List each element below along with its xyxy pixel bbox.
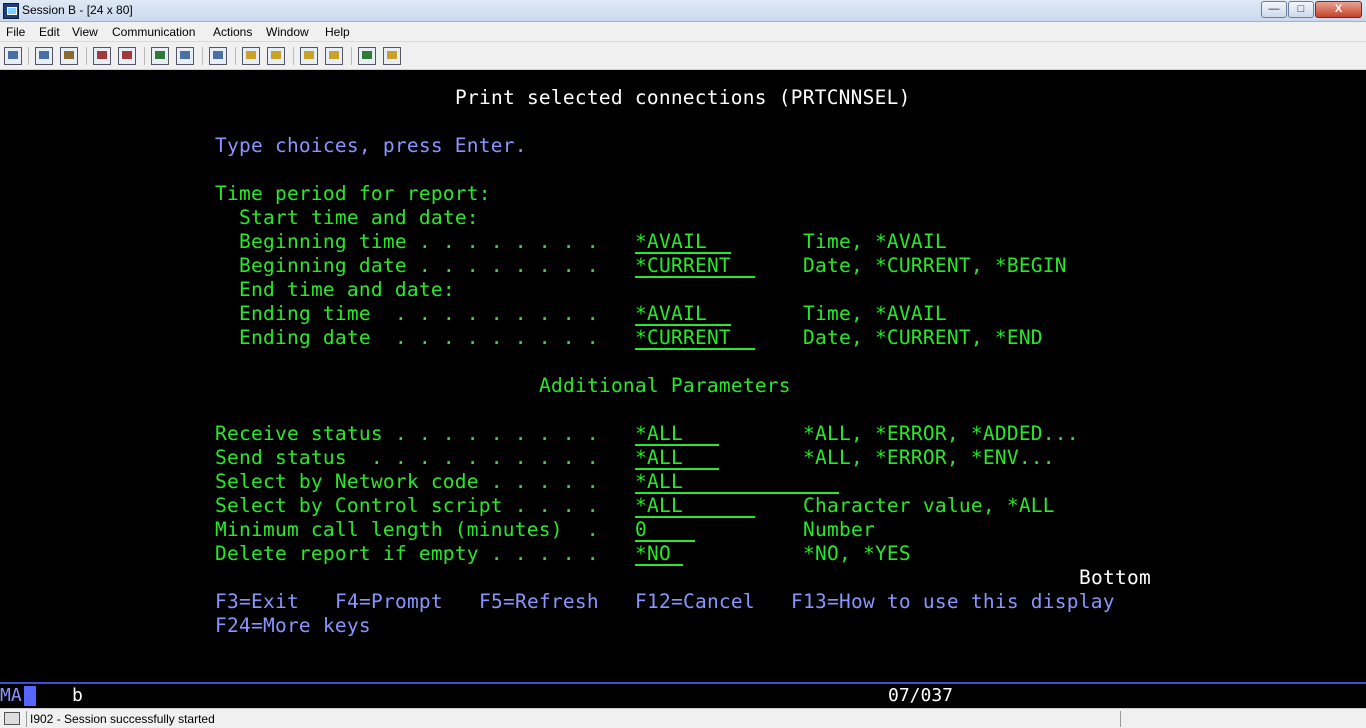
toolbar-separator xyxy=(202,47,203,65)
terminal-screen[interactable]: Print selected connections (PRTCNNSEL) T… xyxy=(0,70,1366,682)
copy-icon[interactable] xyxy=(35,47,53,65)
control-script-field[interactable]: *ALL xyxy=(635,494,755,518)
help-icon[interactable] xyxy=(383,47,401,65)
status-separator xyxy=(1120,711,1121,727)
menu-help[interactable]: Help xyxy=(325,25,350,39)
screen-title: Print selected connections (PRTCNNSEL) xyxy=(455,86,911,109)
network-code-field[interactable]: *ALL xyxy=(635,470,839,494)
f5-refresh-key[interactable]: F5=Refresh xyxy=(479,590,599,614)
min-call-length-hint: Number xyxy=(803,518,875,541)
play-icon[interactable] xyxy=(267,47,285,65)
receive-status-label: Receive status . . . . . . . . . xyxy=(215,422,599,445)
ending-time-field[interactable]: *AVAIL xyxy=(635,302,731,326)
control-script-hint: Character value, *ALL xyxy=(803,494,1055,517)
window-title-bar: Session B - [24 x 80] — □ X xyxy=(0,0,1366,22)
toolbar-separator xyxy=(235,47,236,65)
send-status-field[interactable]: *ALL xyxy=(635,446,719,470)
beginning-date-field[interactable]: *CURRENT xyxy=(635,254,755,278)
paste-icon[interactable] xyxy=(60,47,78,65)
f12-cancel-key[interactable]: F12=Cancel xyxy=(635,590,755,614)
oia-indicator: b xyxy=(72,685,83,706)
oia-mode: MA xyxy=(0,685,36,707)
display-icon[interactable] xyxy=(151,47,169,65)
operator-info-area: MA b 07/037 xyxy=(0,684,1366,708)
menu-bar: File Edit View Communication Actions Win… xyxy=(0,22,1366,42)
cursor-position: 07/037 xyxy=(888,685,954,706)
ending-date-hint: Date, *CURRENT, *END xyxy=(803,326,1043,349)
section-time-label: Time period for report: xyxy=(215,182,491,205)
beginning-date-label: Beginning date . . . . . . . . xyxy=(239,254,599,277)
status-message: I902 - Session successfully started xyxy=(30,712,215,726)
maximize-button[interactable]: □ xyxy=(1288,1,1314,18)
globe-icon[interactable] xyxy=(358,47,376,65)
toolbar-separator xyxy=(28,47,29,65)
run-icon[interactable] xyxy=(325,47,343,65)
ending-date-field[interactable]: *CURRENT xyxy=(635,326,755,350)
end-label: End time and date: xyxy=(239,278,455,301)
network-code-label: Select by Network code . . . . . xyxy=(215,470,599,493)
receive-status-field[interactable]: *ALL xyxy=(635,422,719,446)
ending-time-hint: Time, *AVAIL xyxy=(803,302,947,325)
ending-date-label: Ending date . . . . . . . . . xyxy=(239,326,599,349)
oia-ready-box xyxy=(24,686,36,706)
f13-help-key[interactable]: F13=How to use this display xyxy=(791,590,1115,614)
record-icon[interactable] xyxy=(242,47,260,65)
f24-more-keys[interactable]: F24=More keys xyxy=(215,614,371,638)
window-title: Session B - [24 x 80] xyxy=(22,3,133,17)
toolbar-separator xyxy=(86,47,87,65)
toolbar-separator xyxy=(144,47,145,65)
menu-edit[interactable]: Edit xyxy=(39,25,60,39)
minimize-button[interactable]: — xyxy=(1261,1,1287,18)
toolbar xyxy=(0,42,1366,70)
beginning-time-hint: Time, *AVAIL xyxy=(803,230,947,253)
receive-status-hint: *ALL, *ERROR, *ADDED... xyxy=(803,422,1079,445)
app-icon[interactable] xyxy=(3,3,19,19)
toolbar-separator xyxy=(293,47,294,65)
stop-icon[interactable] xyxy=(300,47,318,65)
bottom-indicator: Bottom xyxy=(1079,566,1151,589)
beginning-time-label: Beginning time . . . . . . . . xyxy=(239,230,599,253)
macro-icon[interactable] xyxy=(209,47,227,65)
close-button[interactable]: X xyxy=(1315,1,1362,18)
keypad-icon[interactable] xyxy=(176,47,194,65)
start-label: Start time and date: xyxy=(239,206,479,229)
session-status-icon xyxy=(4,712,20,725)
menu-view[interactable]: View xyxy=(72,25,98,39)
additional-parameters-title: Additional Parameters xyxy=(539,374,791,397)
status-separator xyxy=(26,711,27,727)
receive-icon[interactable] xyxy=(118,47,136,65)
min-call-length-label: Minimum call length (minutes) . xyxy=(215,518,599,541)
status-bar: I902 - Session successfully started xyxy=(0,708,1366,728)
menu-communication[interactable]: Communication xyxy=(112,25,195,39)
send-status-hint: *ALL, *ERROR, *ENV... xyxy=(803,446,1055,469)
instructions: Type choices, press Enter. xyxy=(215,134,527,157)
menu-actions[interactable]: Actions xyxy=(213,25,252,39)
delete-report-hint: *NO, *YES xyxy=(803,542,911,565)
send-status-label: Send status . . . . . . . . . . xyxy=(215,446,599,469)
beginning-date-hint: Date, *CURRENT, *BEGIN xyxy=(803,254,1067,277)
oia-mode-text: MA xyxy=(0,685,22,706)
menu-window[interactable]: Window xyxy=(266,25,309,39)
ending-time-label: Ending time . . . . . . . . . xyxy=(239,302,599,325)
toolbar-separator xyxy=(351,47,352,65)
min-call-length-field[interactable]: 0 xyxy=(635,518,695,542)
f3-exit-key[interactable]: F3=Exit xyxy=(215,590,299,614)
f4-prompt-key[interactable]: F4=Prompt xyxy=(335,590,443,614)
control-script-label: Select by Control script . . . . xyxy=(215,494,599,517)
delete-report-label: Delete report if empty . . . . . xyxy=(215,542,599,565)
print-screen-icon[interactable] xyxy=(4,47,22,65)
beginning-time-field[interactable]: *AVAIL xyxy=(635,230,731,254)
menu-file[interactable]: File xyxy=(6,25,25,39)
send-icon[interactable] xyxy=(93,47,111,65)
delete-report-field[interactable]: *NO xyxy=(635,542,683,566)
